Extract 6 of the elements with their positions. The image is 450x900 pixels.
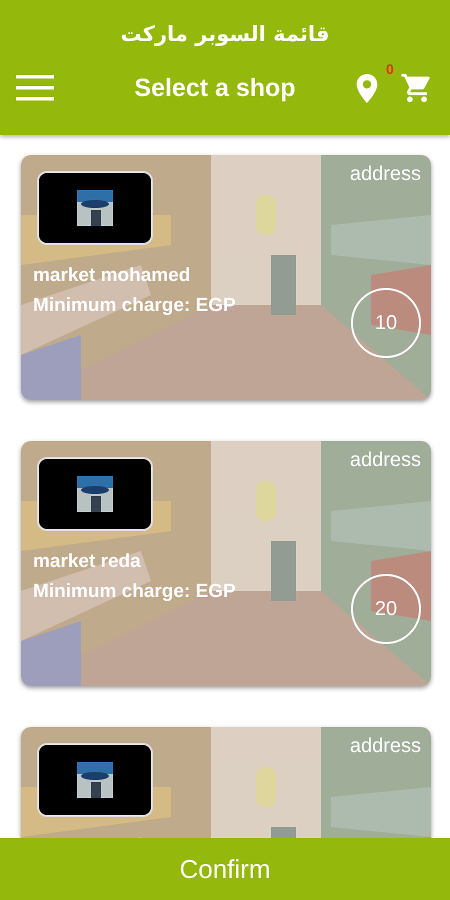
cart-count: 0 (386, 61, 394, 77)
page-title: Select a shop (133, 74, 297, 102)
confirm-button[interactable]: Confirm (0, 838, 450, 900)
menu-icon[interactable] (16, 75, 54, 101)
app-title: قائمة السوبر ماركت (120, 22, 330, 48)
location-pin-icon[interactable] (356, 74, 378, 102)
